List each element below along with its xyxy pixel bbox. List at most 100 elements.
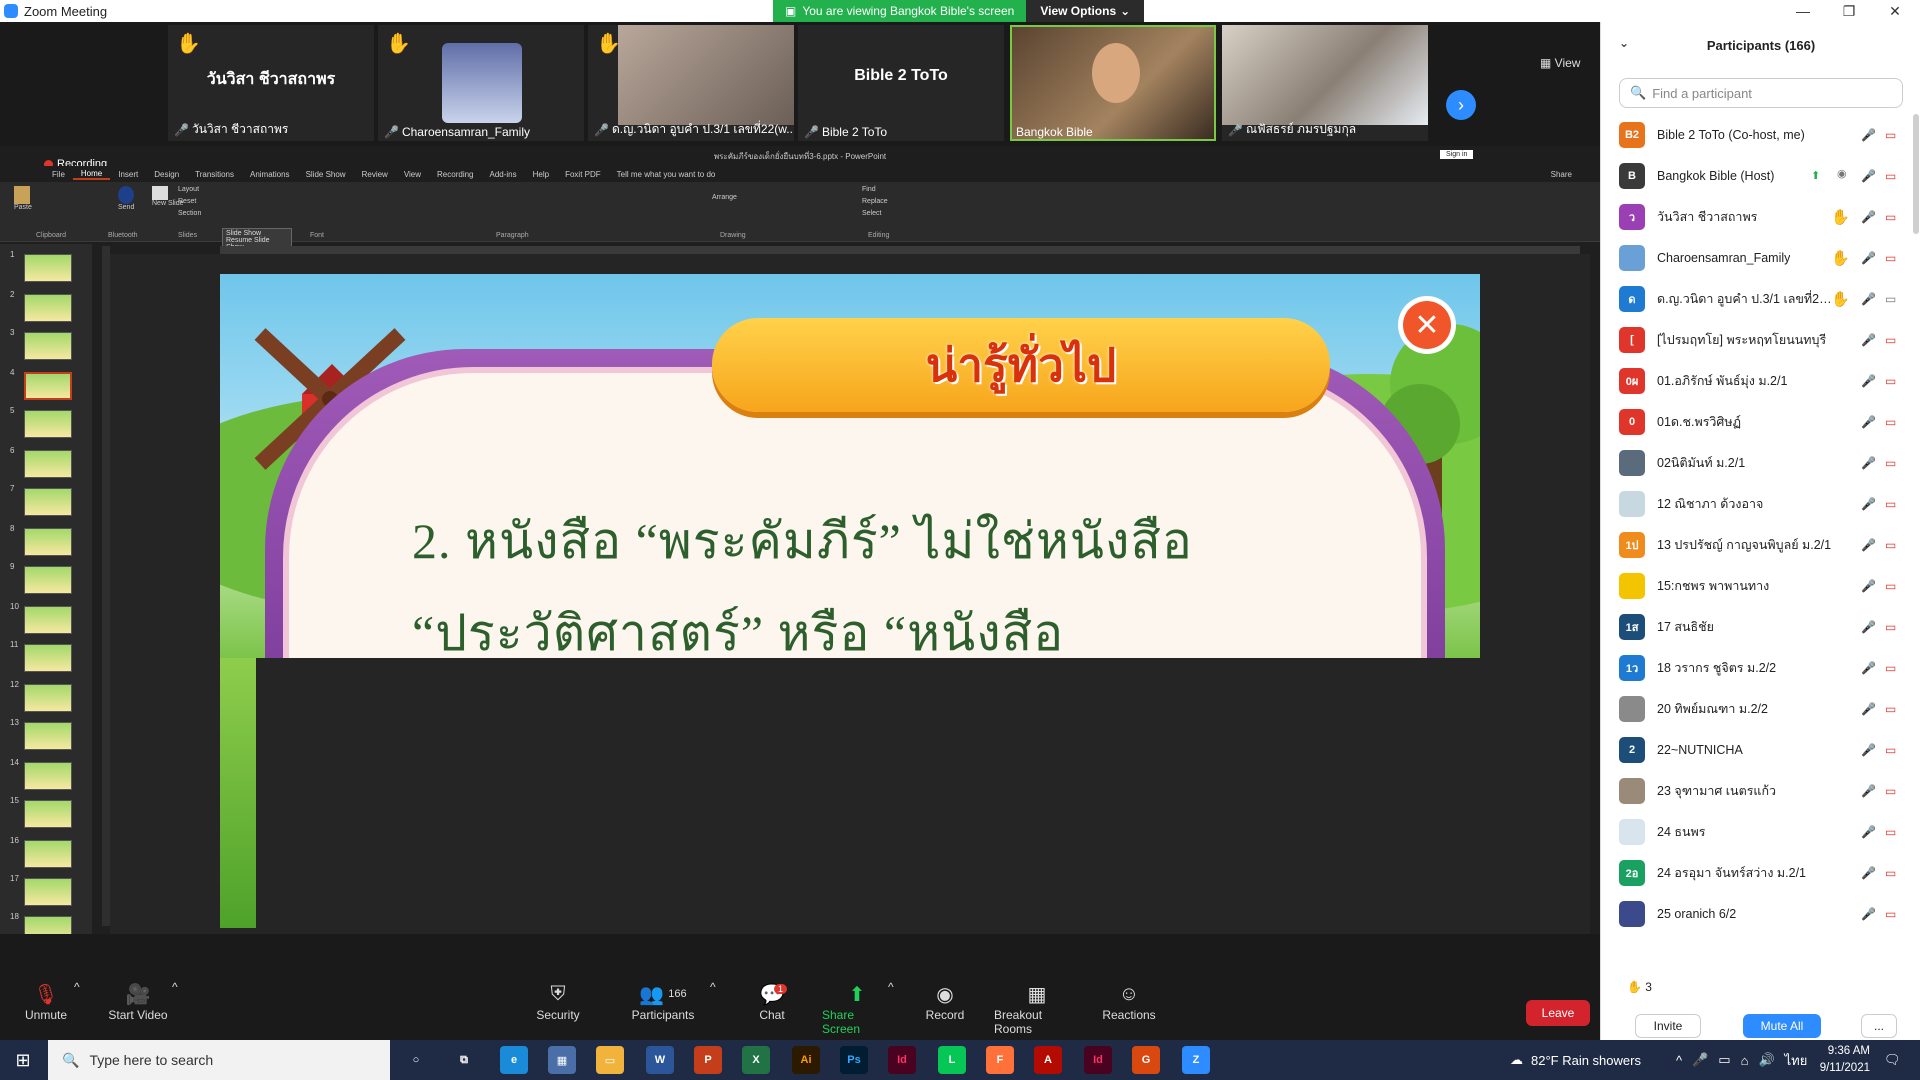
slide-thumbnail[interactable] — [24, 332, 72, 360]
slide-thumbnail[interactable] — [24, 800, 72, 828]
excel-icon[interactable]: X — [742, 1046, 770, 1074]
participant-row[interactable]: 2อ 24 อรอุมา จันทร์สว่าง ม.2/1 🎤 ▭ — [1601, 852, 1913, 893]
photoshop-icon[interactable]: Ps — [840, 1046, 868, 1074]
participant-row[interactable]: 24 ธนพร 🎤 ▭ — [1601, 811, 1913, 852]
participant-row[interactable]: 23 จุฑามาศ เนตรแก้ว 🎤 ▭ — [1601, 770, 1913, 811]
network-icon[interactable]: ⌂ — [1741, 1053, 1749, 1068]
tab-slide-show[interactable]: Slide Show — [298, 170, 354, 179]
more-options-button[interactable]: ... — [1861, 1014, 1897, 1038]
arrange-button[interactable]: Arrange — [712, 194, 737, 201]
minimize-button[interactable]: — — [1780, 0, 1826, 22]
indesign-icon[interactable]: Id — [888, 1046, 916, 1074]
video-options-caret[interactable]: ^ — [172, 980, 178, 1036]
participant-row[interactable]: 0 01ด.ช.พรวิศิษฏ์ 🎤 ▭ — [1601, 401, 1913, 442]
participants-button[interactable]: 👥 166 Participants — [630, 980, 696, 1036]
replace-button[interactable]: Replace — [862, 198, 888, 205]
firefox-icon[interactable]: F — [986, 1046, 1014, 1074]
weather-widget[interactable]: ☁ 82°F Rain showers — [1510, 1040, 1641, 1080]
slide-thumbnail[interactable] — [24, 450, 72, 478]
collapse-chevron-icon[interactable]: ⌄ — [1619, 36, 1629, 50]
reactions-button[interactable]: ☺ Reactions — [1102, 980, 1156, 1036]
microphone-icon[interactable]: 🎤 — [1692, 1052, 1708, 1068]
participant-search-input[interactable]: 🔍 Find a participant — [1619, 78, 1903, 108]
participant-row[interactable]: B Bangkok Bible (Host) ⬆ ◉ 🎤 ▭ — [1601, 155, 1913, 196]
tab-foxit-pdf[interactable]: Foxit PDF — [557, 170, 609, 179]
mute-all-button[interactable]: Mute All — [1743, 1014, 1821, 1038]
slide-thumbnail[interactable] — [24, 916, 72, 934]
unmute-button[interactable]: 🎙 Unmute — [22, 980, 70, 1036]
video-tile-1[interactable]: ✋ วันวิสา ชีวาสถาพร 🎤 วันวิสา ชีวาสถาพร — [168, 25, 374, 141]
line-icon[interactable]: L — [938, 1046, 966, 1074]
grammarly-icon[interactable]: G — [1132, 1046, 1160, 1074]
participant-row[interactable]: 25 oranich 6/2 🎤 ▭ — [1601, 893, 1913, 934]
tab-file[interactable]: File — [44, 170, 73, 179]
participant-row[interactable]: ด ด.ญ.วนิดา อูบคำ ป.3/1 เลขที่22... ✋ 🎤 ▭ — [1601, 278, 1913, 319]
layout-button[interactable]: Layout — [178, 186, 199, 193]
tab-review[interactable]: Review — [354, 170, 396, 179]
select-button[interactable]: Select — [862, 210, 881, 217]
tab-home[interactable]: Home — [72, 169, 111, 180]
slide-thumbnail[interactable] — [24, 840, 72, 868]
find-button[interactable]: Find — [862, 186, 876, 193]
illustrator-icon[interactable]: Ai — [792, 1046, 820, 1074]
security-button[interactable]: ⛨ Security — [534, 980, 582, 1036]
record-button[interactable]: ◉ Record — [920, 980, 970, 1036]
calculator-icon[interactable]: ▦ — [548, 1046, 576, 1074]
tab-insert[interactable]: Insert — [110, 170, 146, 179]
slide-thumbnail[interactable] — [24, 644, 72, 672]
video-tile-3[interactable]: ✋ 🎤 ด.ญ.วนิดา อูบคำ ป.3/1 เลขที่22(w... — [588, 25, 794, 141]
video-tile-2[interactable]: ✋ 🎤 Charoensamran_Family — [378, 25, 584, 141]
indesign-2-icon[interactable]: Id — [1084, 1046, 1112, 1074]
display-icon[interactable]: ▭ — [1718, 1052, 1730, 1068]
chevron-up-icon[interactable]: ^ — [1676, 1053, 1682, 1068]
slide-thumbnail[interactable] — [24, 294, 72, 322]
paste-button[interactable]: Paste — [14, 186, 32, 211]
participant-row[interactable]: 02นิติมันท์ ม.2/1 🎤 ▭ — [1601, 442, 1913, 483]
participant-row[interactable]: 1ส 17 สนธิชัย 🎤 ▭ — [1601, 606, 1913, 647]
slide-thumbnail[interactable] — [24, 528, 72, 556]
video-tile-6[interactable]: 🎤 ณฟัสธรย์ ภมรปฐมกุล — [1222, 25, 1428, 141]
slide-thumbnail-selected[interactable] — [24, 372, 72, 400]
share-button[interactable]: Share — [1543, 170, 1580, 179]
view-layout-button[interactable]: ▦ View — [1540, 56, 1580, 70]
taskbar-search-box[interactable]: 🔍 Type here to search — [48, 1040, 390, 1080]
view-options-button[interactable]: View Options ⌄ — [1026, 0, 1145, 22]
share-screen-button[interactable]: ⬆ Share Screen — [822, 980, 892, 1037]
start-video-button[interactable]: 🎥 Start Video — [106, 980, 170, 1036]
tab-add-ins[interactable]: Add-ins — [482, 170, 525, 179]
participant-row[interactable]: ว วันวิสา ชีวาสถาพร ✋ 🎤 ▭ — [1601, 196, 1913, 237]
slide-thumbnail[interactable] — [24, 254, 72, 282]
tab-design[interactable]: Design — [146, 170, 187, 179]
participant-row[interactable]: B2 Bible 2 ToTo (Co-host, me) 🎤 ▭ — [1601, 114, 1913, 155]
invite-button[interactable]: Invite — [1635, 1014, 1701, 1038]
send-button[interactable]: Send — [118, 186, 134, 211]
participants-options-caret[interactable]: ^ — [710, 980, 716, 1036]
taskbar-clock[interactable]: 9:36 AM 9/11/2021 — [1800, 1043, 1870, 1077]
sign-in-button[interactable]: Sign in — [1440, 150, 1474, 159]
participant-row[interactable]: 20 ทิพย์มณฑา ม.2/2 🎤 ▭ — [1601, 688, 1913, 729]
volume-icon[interactable]: 🔊 — [1758, 1052, 1774, 1068]
audio-options-caret[interactable]: ^ — [74, 980, 80, 1036]
powerpoint-icon[interactable]: P — [694, 1046, 722, 1074]
file-explorer-icon[interactable]: ▭ — [596, 1046, 624, 1074]
participant-row[interactable]: 2 22~NUTNICHA 🎤 ▭ — [1601, 729, 1913, 770]
reset-button[interactable]: Reset — [178, 198, 196, 205]
word-icon[interactable]: W — [646, 1046, 674, 1074]
acrobat-icon[interactable]: A — [1034, 1046, 1062, 1074]
tell-me-search[interactable]: Tell me what you want to do — [609, 170, 724, 179]
close-window-button[interactable]: ✕ — [1872, 0, 1918, 22]
next-page-button[interactable]: › — [1446, 90, 1476, 120]
restore-button[interactable]: ❐ — [1826, 0, 1872, 22]
slide-thumbnail[interactable] — [24, 606, 72, 634]
notifications-icon[interactable]: 🗨 — [1884, 1040, 1901, 1080]
video-tile-4[interactable]: Bible 2 ToTo 🎤 Bible 2 ToTo — [798, 25, 1004, 141]
zoom-taskbar-icon[interactable]: Z — [1182, 1046, 1210, 1074]
breakout-rooms-button[interactable]: ▦ Breakout Rooms — [994, 980, 1080, 1037]
tab-help[interactable]: Help — [525, 170, 557, 179]
slide-thumbnail[interactable] — [24, 488, 72, 516]
participant-row[interactable]: 0ผ 01.อภิรักษ์ พันธ์มุ่ง ม.2/1 🎤 ▭ — [1601, 360, 1913, 401]
participant-row[interactable]: [[ไปรมฤทโย] พระหฤทโยนนทบุรี 🎤 ▭ — [1601, 319, 1913, 360]
participant-row[interactable]: Charoensamran_Family ✋ 🎤 ▭ — [1601, 237, 1913, 278]
tab-view[interactable]: View — [396, 170, 429, 179]
share-options-caret[interactable]: ^ — [888, 980, 894, 1036]
